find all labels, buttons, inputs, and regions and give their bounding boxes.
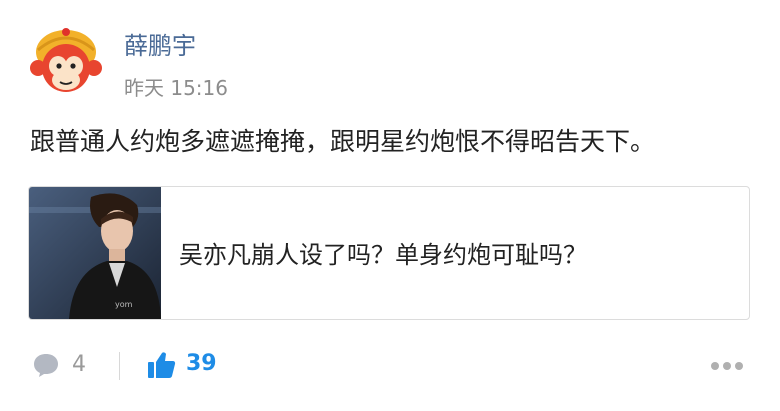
author-name[interactable]: 薛鹏宇 — [124, 26, 196, 61]
link-card[interactable]: yom 吴亦凡崩人设了吗？单身约炮可耻吗？ — [28, 186, 750, 320]
avatar[interactable] — [30, 24, 102, 96]
comment-bubble-icon[interactable] — [32, 352, 60, 378]
post-timestamp: 昨天 15:16 — [124, 76, 228, 100]
svg-text:yom: yom — [115, 300, 133, 309]
like-count[interactable]: 39 — [186, 351, 217, 376]
card-title: 吴亦凡崩人设了吗？单身约炮可耻吗？ — [179, 241, 587, 269]
action-divider — [119, 352, 120, 380]
post-text: 跟普通人约炮多遮遮掩掩，跟明星约炮恨不得昭告天下。 — [30, 127, 656, 156]
more-dots-icon[interactable] — [710, 360, 744, 372]
comment-count[interactable]: 4 — [72, 352, 86, 377]
card-thumbnail: yom — [29, 187, 161, 319]
thumbs-up-icon[interactable] — [146, 350, 176, 380]
action-bar: 4 39 — [30, 346, 744, 386]
